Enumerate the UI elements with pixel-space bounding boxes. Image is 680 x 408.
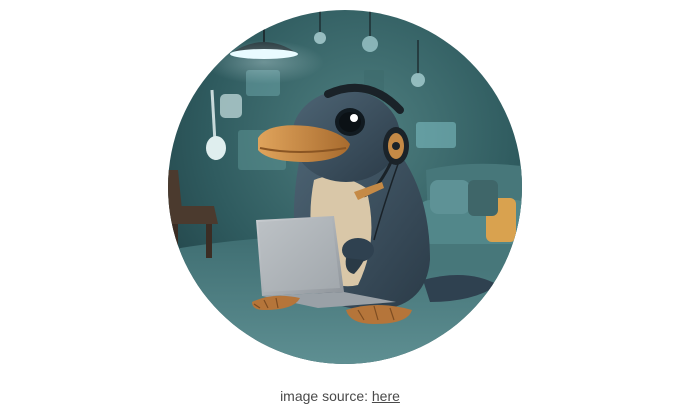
- image-source-caption: image source: here: [0, 388, 680, 404]
- platypus-illustration: [168, 10, 522, 364]
- platypus-image: [168, 10, 522, 364]
- page: image source: here: [0, 0, 680, 408]
- caption-prefix: image source:: [280, 388, 372, 404]
- image-source-link[interactable]: here: [372, 388, 400, 404]
